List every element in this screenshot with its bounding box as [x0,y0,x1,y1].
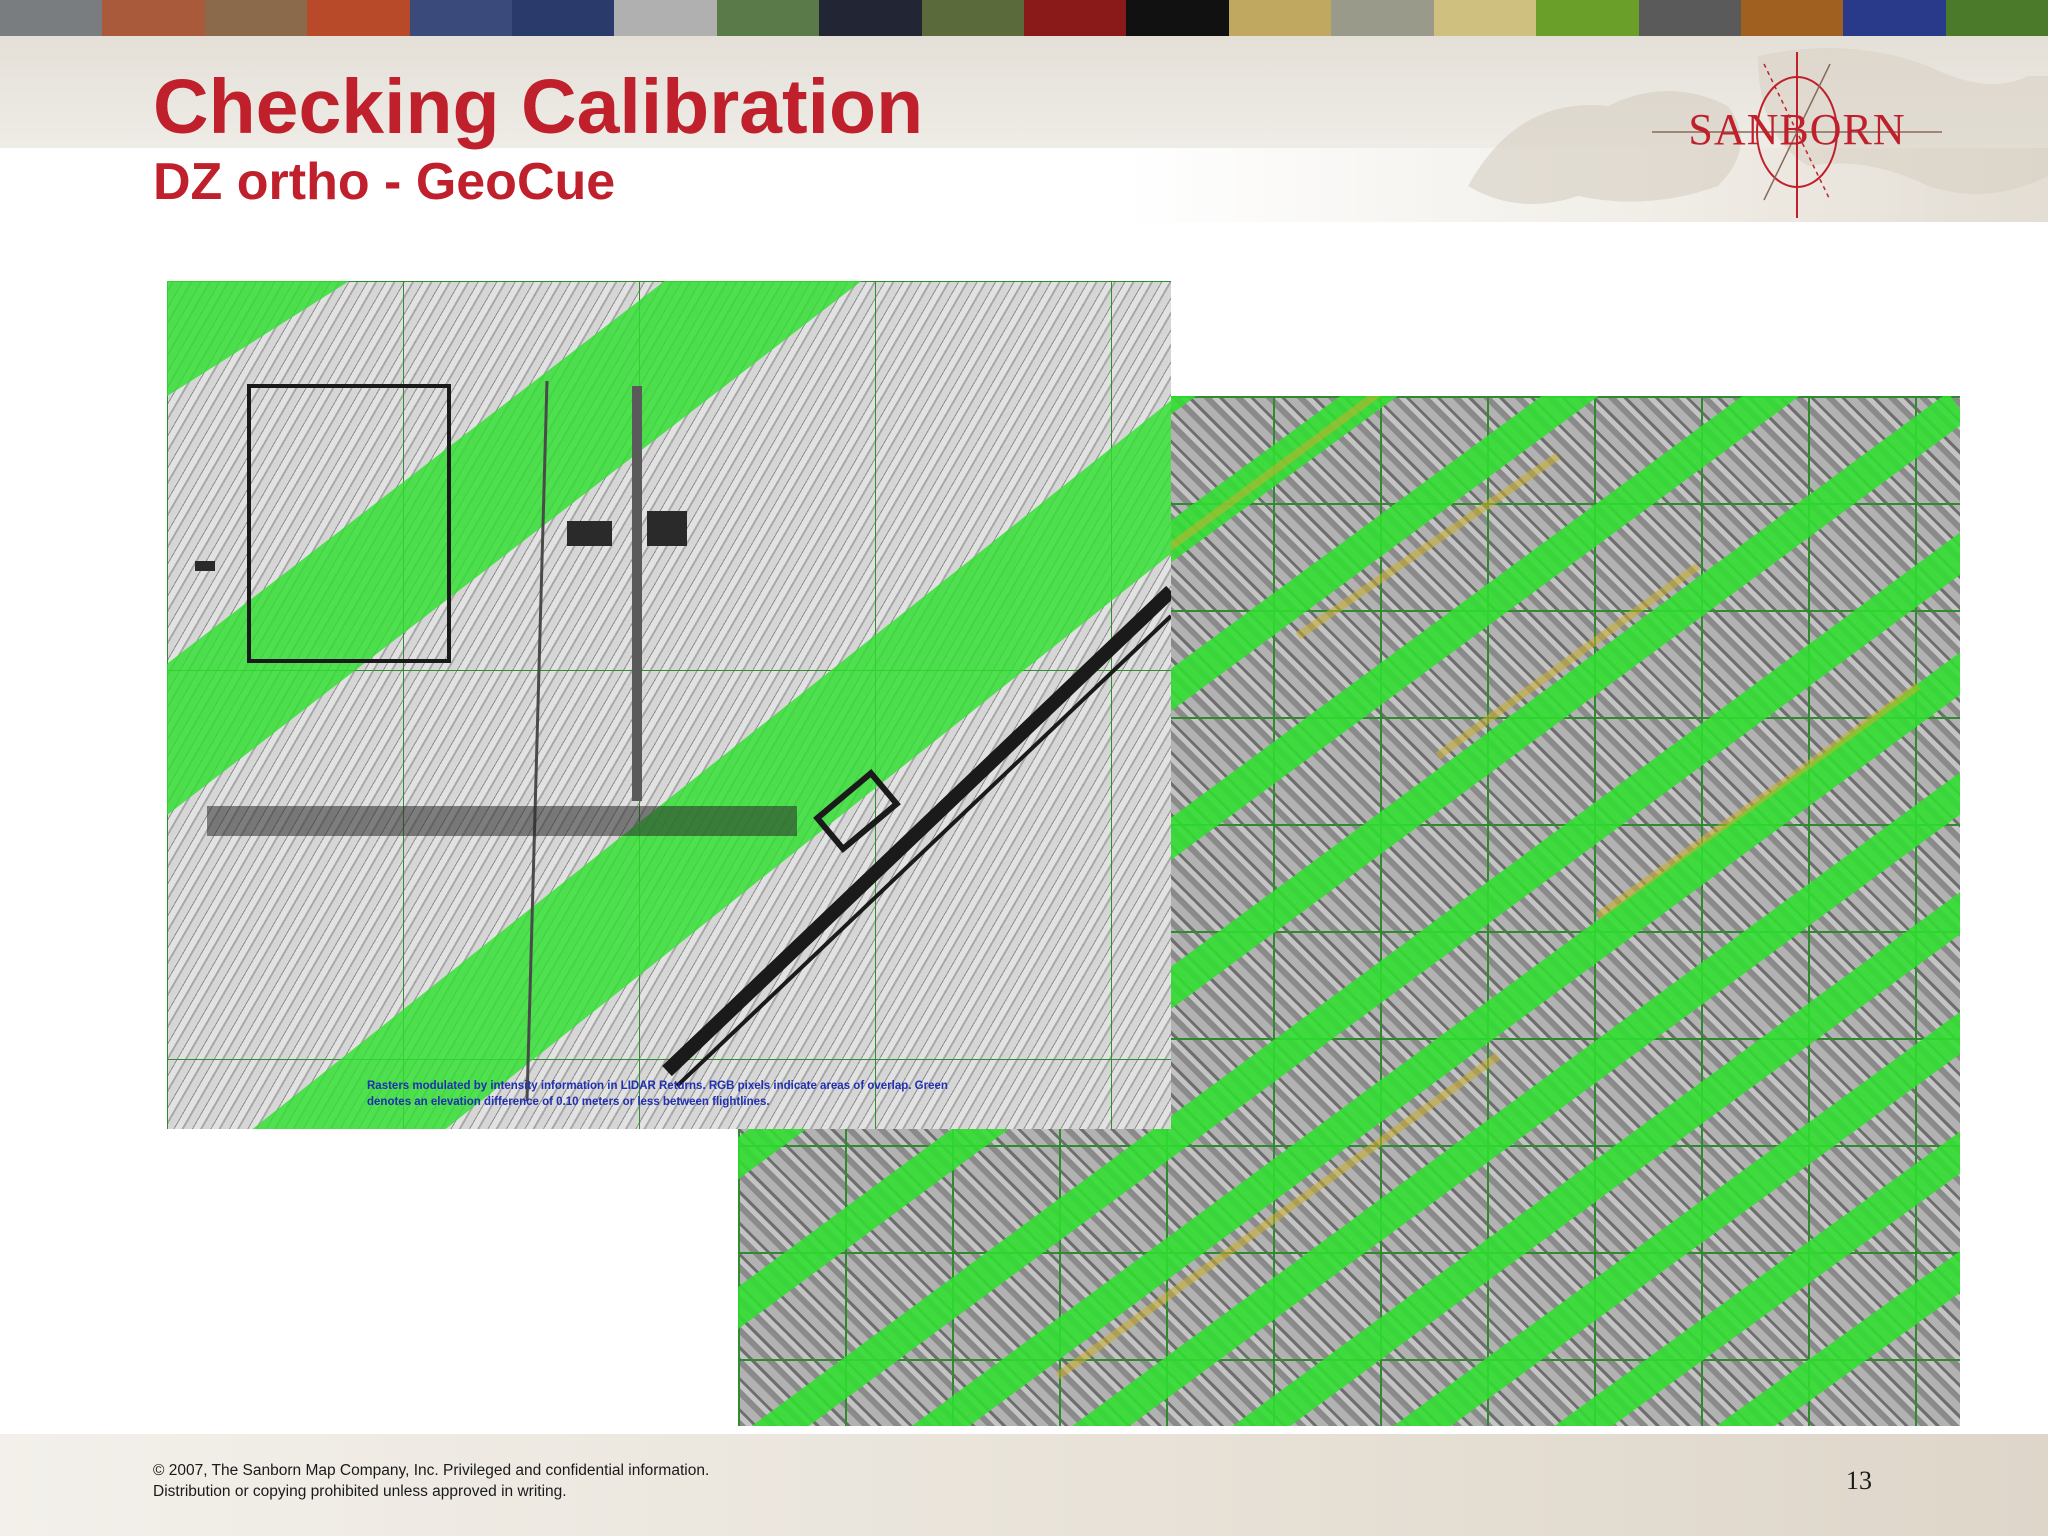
overlap-stripes-airfield [167,281,1171,1129]
slide-subtitle: DZ ortho - GeoCue [153,153,616,211]
header-image-strip [0,0,2048,36]
sanborn-logo: SANBORN [1652,50,1942,220]
lidar-overlap-image-airfield: Rasters modulated by intensity informati… [167,281,1171,1129]
footer-distribution-notice: Distribution or copying prohibited unles… [153,1483,567,1500]
logo-wordmark: SANBORN [1688,105,1906,154]
image-caption: Rasters modulated by intensity informati… [367,1080,948,1108]
slide-title: Checking Calibration [153,64,924,150]
page-number: 13 [1846,1466,1872,1495]
footer-copyright: © 2007, The Sanborn Map Company, Inc. Pr… [153,1462,710,1479]
